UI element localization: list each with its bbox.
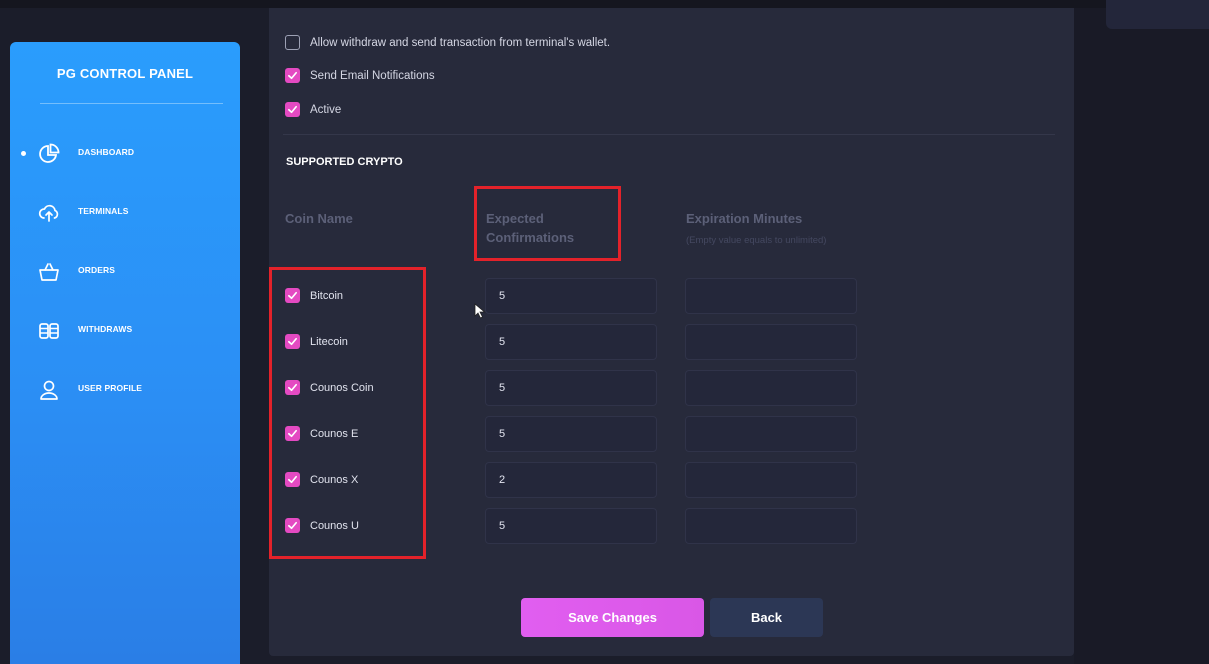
coin-row: Litecoin [285,334,348,349]
sidebar-item-orders[interactable]: ORDERS [10,244,240,303]
active-row: Active [285,102,341,117]
sidebar-item-withdraws[interactable]: WITHDRAWS [10,303,240,362]
coin-checkbox[interactable] [285,380,300,395]
expiration-input[interactable] [685,508,857,544]
check-icon [288,429,297,438]
coin-row: Bitcoin [285,288,343,303]
expiration-input[interactable] [685,324,857,360]
coin-name: Bitcoin [310,289,344,302]
section-title: SUPPORTED CRYPTO [286,156,403,168]
top-strip [0,0,1209,8]
sidebar-item-label: USER PROFILE [78,383,143,393]
confirmations-input[interactable] [485,370,657,406]
confirmations-input[interactable] [485,462,657,498]
allow-withdraw-label: Allow withdraw and send transaction from… [310,36,611,49]
coin-name-header: Coin Name [285,211,353,226]
brand-divider [40,103,223,104]
sidebar-item-dashboard[interactable]: DASHBOARD [10,126,240,185]
coin-name: Counos Coin [310,381,374,394]
user-icon [40,380,58,400]
coin-name: Counos U [310,519,359,532]
check-icon [288,337,297,346]
coin-checkbox[interactable] [285,334,300,349]
coin-checkbox[interactable] [285,426,300,441]
back-button[interactable]: Back [710,598,823,637]
allow-withdraw-checkbox[interactable] [285,35,300,50]
expiration-subheader: (Empty value equals to unlimited) [686,235,827,246]
sidebar-item-terminals[interactable]: TERMINALS [10,185,240,244]
save-changes-button[interactable]: Save Changes [521,598,704,637]
right-background [1074,8,1209,664]
check-icon [288,383,297,392]
sidebar-item-user-profile[interactable]: USER PROFILE [10,362,240,421]
active-indicator [21,151,26,156]
expiration-input[interactable] [685,416,857,452]
coin-checkbox[interactable] [285,472,300,487]
email-notifications-row: Send Email Notifications [285,68,435,83]
sidebar-item-label: ORDERS [78,265,115,275]
coin-row: Counos U [285,518,359,533]
active-checkbox[interactable] [285,102,300,117]
coin-name: Counos E [310,427,359,440]
coins-stack-icon [39,323,59,339]
cloud-upload-icon [38,204,59,222]
email-notifications-label: Send Email Notifications [310,69,435,82]
coin-row: Counos Coin [285,380,374,395]
expiration-input[interactable] [685,370,857,406]
expiration-header: Expiration Minutes [686,211,803,226]
expiration-input[interactable] [685,278,857,314]
brand-title: PG CONTROL PANEL [56,65,194,81]
confirmations-input[interactable] [485,508,657,544]
coin-name: Litecoin [310,335,348,348]
check-icon [288,521,297,530]
sidebar-nav: DASHBOARD TERMINALS ORDERS WITHDRAWS USE… [10,126,240,421]
confirmations-header-line2: Confirmations [486,230,575,245]
shopping-basket-icon [39,263,59,281]
pie-chart-icon [39,143,60,163]
confirmations-header-line1: Expected [486,211,544,226]
allow-withdraw-row: Allow withdraw and send transaction from… [285,35,610,50]
coin-checkbox[interactable] [285,288,300,303]
sidebar-item-label: WITHDRAWS [78,324,133,334]
sidebar: PG CONTROL PANEL DASHBOARD TERMINALS ORD… [10,42,240,664]
coin-checkbox[interactable] [285,518,300,533]
coin-row: Counos X [285,472,358,487]
coin-name: Counos X [310,473,359,486]
sidebar-item-label: TERMINALS [78,206,129,216]
email-notifications-checkbox[interactable] [285,68,300,83]
expiration-input[interactable] [685,462,857,498]
confirmations-input[interactable] [485,416,657,452]
confirmations-input[interactable] [485,324,657,360]
check-icon [288,71,297,80]
active-label: Active [310,103,342,116]
sidebar-item-label: DASHBOARD [78,147,135,157]
highlight-box-coins [269,267,426,559]
settings-panel: Allow withdraw and send transaction from… [269,8,1074,656]
top-right-widget [1106,0,1209,29]
check-icon [288,475,297,484]
check-icon [288,291,297,300]
mouse-cursor-icon [474,303,486,319]
section-divider [283,134,1055,135]
coin-row: Counos E [285,426,358,441]
check-icon [288,105,297,114]
confirmations-input[interactable] [485,278,657,314]
